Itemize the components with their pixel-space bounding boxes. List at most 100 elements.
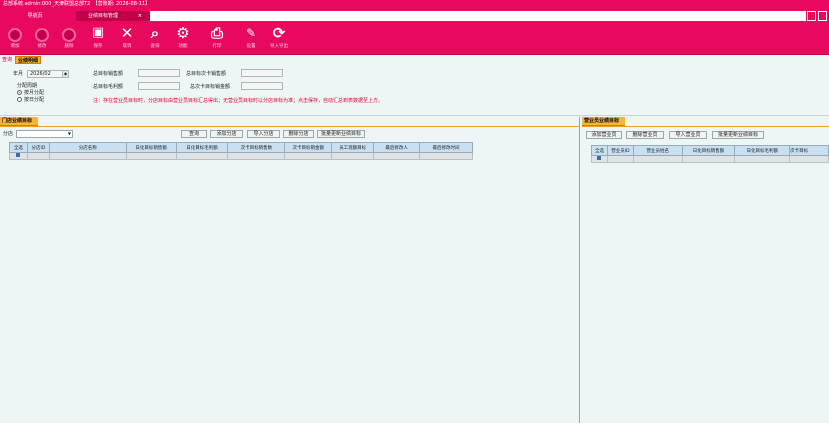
col-select-all[interactable]: 全选 bbox=[591, 145, 608, 156]
import-export-button[interactable]: ⟳ 导入导出 bbox=[266, 23, 292, 53]
table-row[interactable] bbox=[9, 152, 473, 160]
total-card-amount-input[interactable] bbox=[241, 82, 283, 90]
radio-day-label: 按日分配 bbox=[24, 97, 45, 103]
staff-table: 全选 营业员ID 营业员姓名 日化目标销售额 日化目标毛利额 次卡目标 bbox=[591, 145, 829, 163]
col-select-all[interactable]: 全选 bbox=[9, 142, 28, 153]
col-staff-id: 营业员ID bbox=[606, 145, 634, 156]
minimize-button[interactable] bbox=[807, 11, 816, 21]
col-store-id: 分店ID bbox=[26, 142, 50, 153]
tab-detail[interactable]: 业绩明细 bbox=[15, 56, 42, 64]
store-table-header: 全选 分店ID 分店名称 日化目标销售额 日化目标毛利额 次卡目标销售数 次卡目… bbox=[9, 142, 473, 153]
col-last-modified-time: 最后修改时间 bbox=[419, 142, 473, 153]
tab-target-management-label: 业绩目标管理 bbox=[88, 13, 119, 19]
staff-panel-divider bbox=[582, 126, 829, 127]
col-card-count-target: 次卡目标销售数 bbox=[227, 142, 286, 153]
close-icon[interactable]: × bbox=[138, 11, 142, 21]
gear-icon: ⚙ bbox=[176, 24, 190, 42]
print-button[interactable]: ⎙ 打印 bbox=[204, 23, 230, 53]
delete-button[interactable]: 删除 bbox=[56, 23, 82, 53]
tab-home[interactable]: 导航页 bbox=[0, 11, 70, 21]
total-card-count-input[interactable] bbox=[241, 69, 283, 77]
print-icon: ⎙ bbox=[210, 24, 223, 42]
save-button[interactable]: ▣ 保存 bbox=[85, 23, 111, 53]
radio-day[interactable]: 按日分配 bbox=[17, 96, 44, 104]
radio-on-icon bbox=[17, 90, 22, 95]
tab-area bbox=[150, 11, 806, 21]
col-margin-target: 日化目标毛利额 bbox=[175, 142, 229, 153]
staff-table-header: 全选 营业员ID 营业员姓名 日化目标销售额 日化目标毛利额 次卡目标 bbox=[591, 145, 829, 156]
save-icon: ▣ bbox=[91, 25, 105, 40]
delete-icon bbox=[56, 23, 82, 43]
print-label: 打印 bbox=[212, 44, 222, 49]
month-label: 年月 bbox=[13, 71, 24, 77]
query-button[interactable]: 查询 bbox=[181, 130, 207, 138]
delete-store-button[interactable]: 删除分店 bbox=[283, 130, 314, 138]
note-text: 注：存在营业员目标时，分店目标由营业员目标汇总得出；无营业员目标时以分店目标为准… bbox=[93, 98, 384, 104]
sub-tabs: 查询 业绩明细 bbox=[0, 56, 829, 64]
col-staff-name: 营业员姓名 bbox=[632, 145, 683, 156]
search-button[interactable]: ⌕ 查询 bbox=[142, 23, 168, 53]
toolbar: 增加 修改 删除 ▣ 保存 ✕ 取消 ⌕ 查询 ⚙ 功能 ⎙ 打印 ✎ 设置 ⟳… bbox=[0, 21, 829, 55]
add-staff-button[interactable]: 添加营业员 bbox=[586, 131, 622, 139]
total-margin-label: 总目标毛利额 bbox=[93, 84, 124, 90]
function-label: 功能 bbox=[178, 44, 188, 49]
window-title: 总部系统.admin:000_天津联盟总部T2 【营账期: 2026-08-11… bbox=[0, 0, 829, 9]
cancel-label: 取消 bbox=[122, 44, 132, 49]
add-label: 增加 bbox=[10, 44, 20, 49]
function-button[interactable]: ⚙ 功能 bbox=[170, 23, 196, 53]
month-input[interactable]: 2026/02 ◆ bbox=[27, 70, 69, 78]
store-panel-title: 门店业绩目标 bbox=[0, 117, 39, 126]
chevron-down-icon: ▼ bbox=[67, 131, 71, 136]
add-store-button[interactable]: 添加分店 bbox=[210, 130, 243, 138]
settings-button[interactable]: ✎ 设置 bbox=[238, 23, 264, 53]
import-store-button[interactable]: 导入分店 bbox=[247, 130, 280, 138]
store-panel-divider bbox=[0, 126, 579, 127]
radio-off-icon bbox=[17, 97, 22, 102]
col-card-target: 次卡目标 bbox=[789, 145, 829, 156]
store-label: 分店 bbox=[3, 131, 14, 137]
store-target-panel: 门店业绩目标 分店 ▼ 查询 添加分店 导入分店 删除分店 批量更新业绩目标 全… bbox=[0, 117, 580, 423]
search-icon: ⌕ bbox=[150, 24, 160, 42]
tab-home-label: 导航页 bbox=[27, 13, 43, 19]
total-sales-label: 总目标销售额 bbox=[93, 71, 124, 77]
cancel-button[interactable]: ✕ 取消 bbox=[114, 23, 140, 53]
month-value: 2026/02 bbox=[30, 71, 51, 77]
col-staff-target: 员工现额目标 bbox=[331, 142, 375, 153]
search-label: 查询 bbox=[150, 44, 160, 49]
tab-target-management[interactable]: 业绩目标管理 × bbox=[76, 11, 150, 21]
delete-staff-button[interactable]: 删除营业员 bbox=[626, 131, 664, 139]
col-margin-target: 日化目标毛利额 bbox=[734, 145, 791, 156]
row-checkbox[interactable] bbox=[9, 152, 28, 160]
staff-target-panel: 营业员业绩目标 添加营业员 删除营业员 导入营业员 批量更新业绩目标 全选 营业… bbox=[582, 117, 829, 423]
add-icon bbox=[2, 23, 28, 43]
batch-update-store-button[interactable]: 批量更新业绩目标 bbox=[317, 130, 365, 138]
col-sales-target: 日化目标销售额 bbox=[681, 145, 736, 156]
batch-update-staff-button[interactable]: 批量更新业绩目标 bbox=[712, 131, 764, 139]
col-last-modifier: 最后修改人 bbox=[373, 142, 421, 153]
import-export-label: 导入导出 bbox=[270, 44, 288, 49]
spinner-icon[interactable]: ◆ bbox=[62, 71, 68, 77]
edit-button[interactable]: 修改 bbox=[29, 23, 55, 53]
cancel-icon: ✕ bbox=[120, 24, 134, 42]
save-label: 保存 bbox=[93, 44, 103, 49]
filter-panel: 年月 2026/02 ◆ 分配周期 按月分配 按日分配 总目标销售额 总目标毛利… bbox=[0, 64, 829, 116]
add-button[interactable]: 增加 bbox=[2, 23, 28, 53]
close-window-button[interactable] bbox=[818, 11, 827, 21]
col-store-name: 分店名称 bbox=[48, 142, 127, 153]
table-row[interactable] bbox=[591, 155, 829, 163]
settings-label: 设置 bbox=[246, 44, 256, 49]
total-card-count-label: 总目标次卡销售额 bbox=[186, 71, 227, 77]
total-margin-input[interactable] bbox=[138, 82, 180, 90]
edit-icon bbox=[29, 23, 55, 43]
store-select[interactable]: ▼ bbox=[16, 130, 73, 138]
edit-label: 修改 bbox=[37, 44, 47, 49]
checkbox-icon bbox=[16, 153, 21, 157]
staff-panel-title: 营业员业绩目标 bbox=[582, 117, 626, 126]
import-staff-button[interactable]: 导入营业员 bbox=[669, 131, 707, 139]
refresh-icon: ⟳ bbox=[272, 24, 286, 42]
total-card-amount-label: 总次卡目标销金额 bbox=[190, 84, 231, 90]
col-card-amount-target: 次卡目标销金额 bbox=[284, 142, 333, 153]
total-sales-input[interactable] bbox=[138, 69, 180, 77]
row-checkbox[interactable] bbox=[591, 155, 608, 163]
tab-query[interactable]: 查询 bbox=[0, 56, 14, 64]
